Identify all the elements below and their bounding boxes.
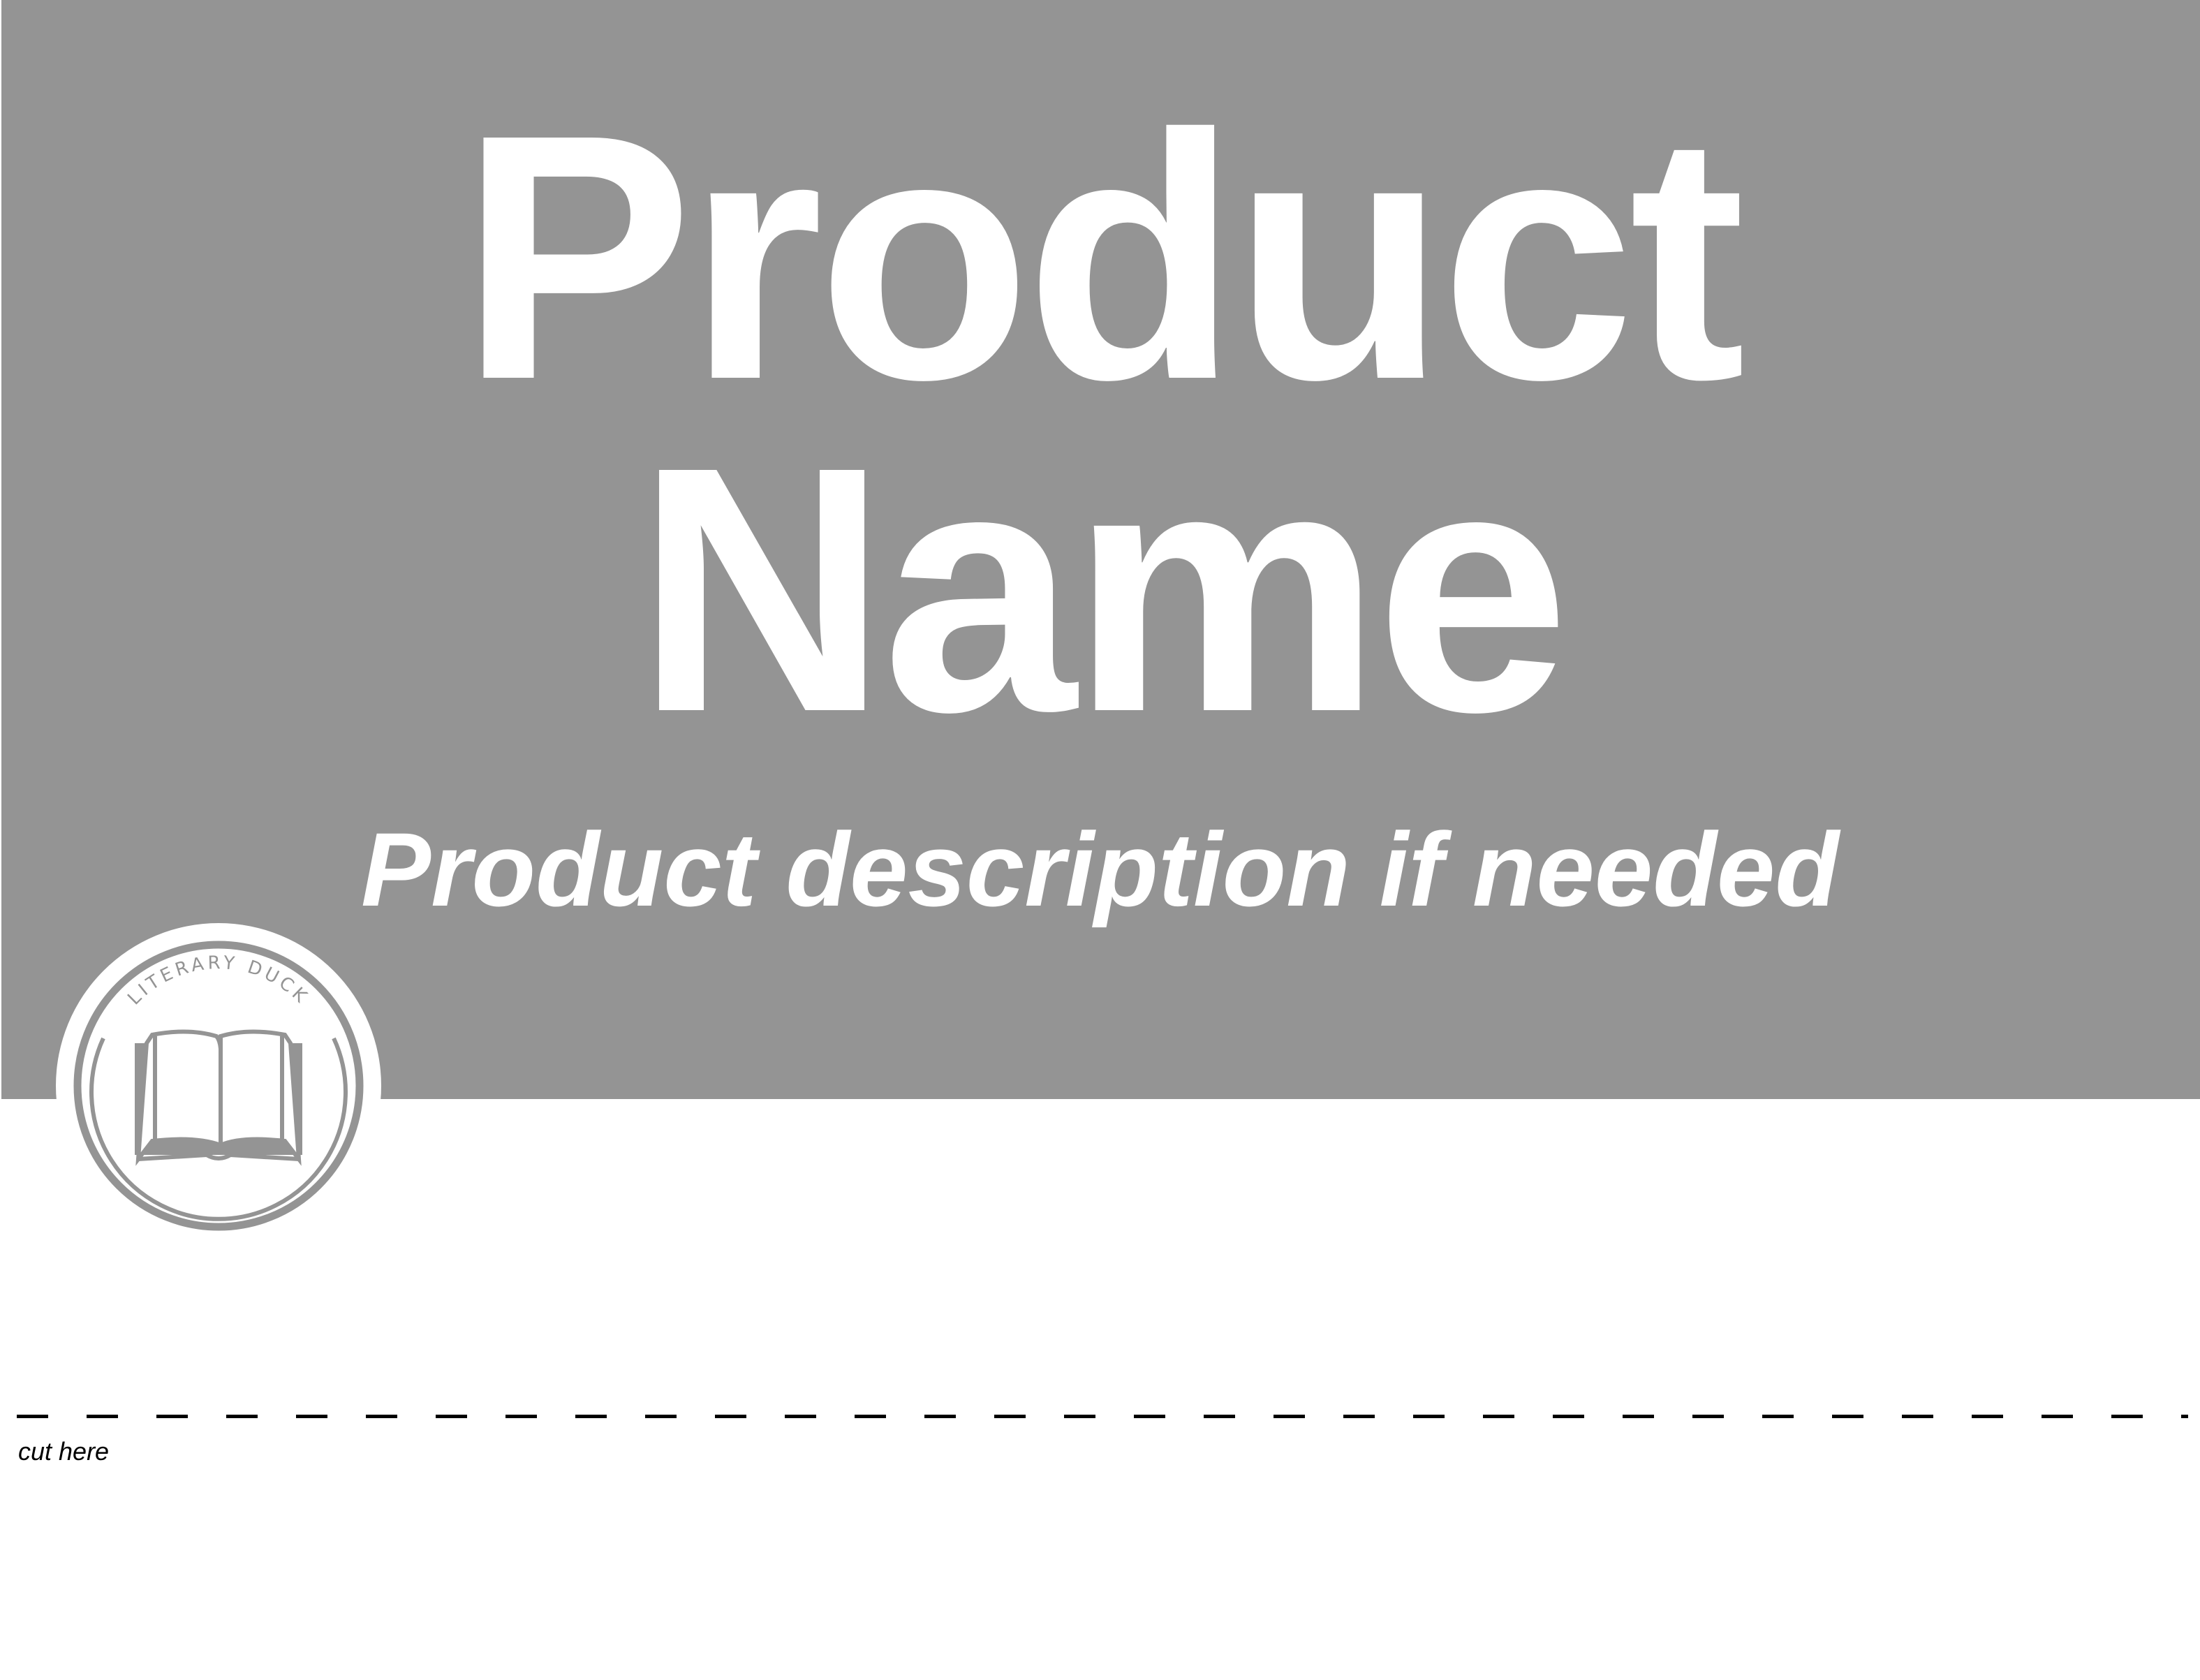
product-description: Product description if needed — [361, 811, 1839, 928]
product-title-line1: Product — [460, 61, 1745, 452]
product-title-line2: Name — [635, 394, 1570, 784]
cut-line — [17, 1415, 2188, 1418]
open-book-icon — [135, 1029, 302, 1166]
cut-here-label: cut here — [18, 1437, 110, 1466]
literary-duck-logo: LITERARY DUCK — [56, 923, 381, 1248]
